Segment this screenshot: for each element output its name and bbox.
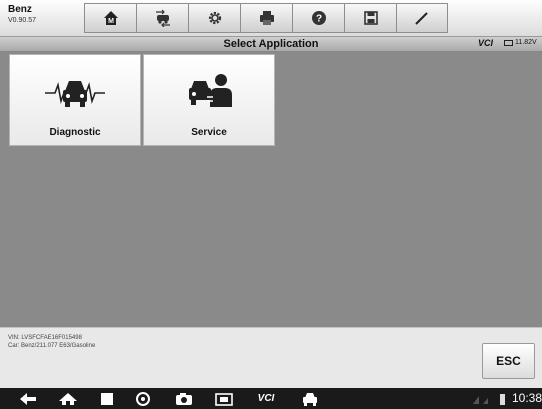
back-button[interactable]: [18, 391, 38, 406]
car-text: Car: Benz/211.077 E63/Gasoline: [8, 343, 96, 349]
vin-text: VIN: LVSFCFAE16F015498: [8, 335, 82, 341]
print-button[interactable]: [240, 3, 292, 33]
home-icon: M: [103, 11, 118, 25]
car-mechanic-icon: [189, 74, 232, 107]
system-nav-bar: VCI 10:38: [0, 388, 542, 409]
home-nav-icon: [59, 392, 77, 405]
home-button[interactable]: M: [84, 3, 136, 33]
vehicle-info-bar: VIN: LVSFCFAE16F015498 Car: Benz/211.077…: [0, 327, 542, 388]
camera-button[interactable]: [174, 391, 194, 406]
car-icon: [303, 392, 317, 406]
car-pulse-icon: [45, 81, 105, 107]
back-arrow-icon: [20, 392, 36, 405]
save-button[interactable]: [344, 3, 396, 33]
esc-button[interactable]: ESC: [482, 343, 535, 379]
top-toolbar: Benz V0.90.57 M ?: [0, 0, 542, 37]
vci-nav-label: VCI: [257, 393, 275, 404]
browser-button[interactable]: [134, 391, 152, 406]
settings-gear-icon: [208, 11, 221, 25]
diagnostic-tile[interactable]: Diagnostic: [9, 54, 141, 146]
title-bar: Select Application VCI 11.82V: [0, 37, 542, 52]
app-version: V0.90.57: [8, 17, 37, 24]
settings-button[interactable]: [188, 3, 240, 33]
toolbar-buttons: M ?: [84, 3, 448, 33]
diagnostic-label: Diagnostic: [49, 127, 101, 138]
application-grid: Diagnostic Service: [0, 52, 542, 327]
page-title: Select Application: [223, 38, 319, 50]
brand-name: Benz: [8, 4, 32, 15]
recent-apps-button[interactable]: [98, 391, 116, 406]
pen-button[interactable]: [396, 3, 448, 33]
service-tile[interactable]: Service: [143, 54, 275, 146]
battery-voltage: 11.82V: [515, 39, 537, 46]
app-window: Benz V0.90.57 M ? Select Application VCI…: [0, 0, 542, 409]
home-nav-button[interactable]: [58, 391, 78, 406]
battery-icon: [504, 39, 513, 46]
help-icon: ?: [311, 11, 326, 25]
help-button[interactable]: ?: [292, 3, 344, 33]
vehicle-swap-button[interactable]: [136, 3, 188, 33]
screen-capture-button[interactable]: [214, 391, 234, 406]
save-icon: [363, 11, 378, 25]
browser-icon: [136, 391, 150, 406]
service-label: Service: [191, 127, 227, 138]
vci-manager-button[interactable]: VCI: [254, 391, 278, 406]
svg-text:M: M: [108, 18, 114, 25]
screen-capture-icon: [215, 392, 233, 406]
vehicle-swap-icon: [155, 9, 170, 27]
clock: 10:38: [512, 391, 542, 405]
vci-status-label: VCI: [478, 38, 494, 48]
battery-status: 11.82V: [504, 39, 537, 46]
svg-text:?: ?: [315, 14, 321, 25]
brand-block: Benz V0.90.57: [8, 4, 36, 26]
car-shortcut-button[interactable]: [300, 391, 320, 406]
signal-battery-icon: [473, 393, 505, 405]
print-icon: [259, 11, 274, 25]
status-icons: [472, 391, 508, 406]
camera-icon: [176, 392, 192, 405]
pen-icon: [415, 12, 428, 25]
recent-apps-icon: [101, 392, 113, 405]
